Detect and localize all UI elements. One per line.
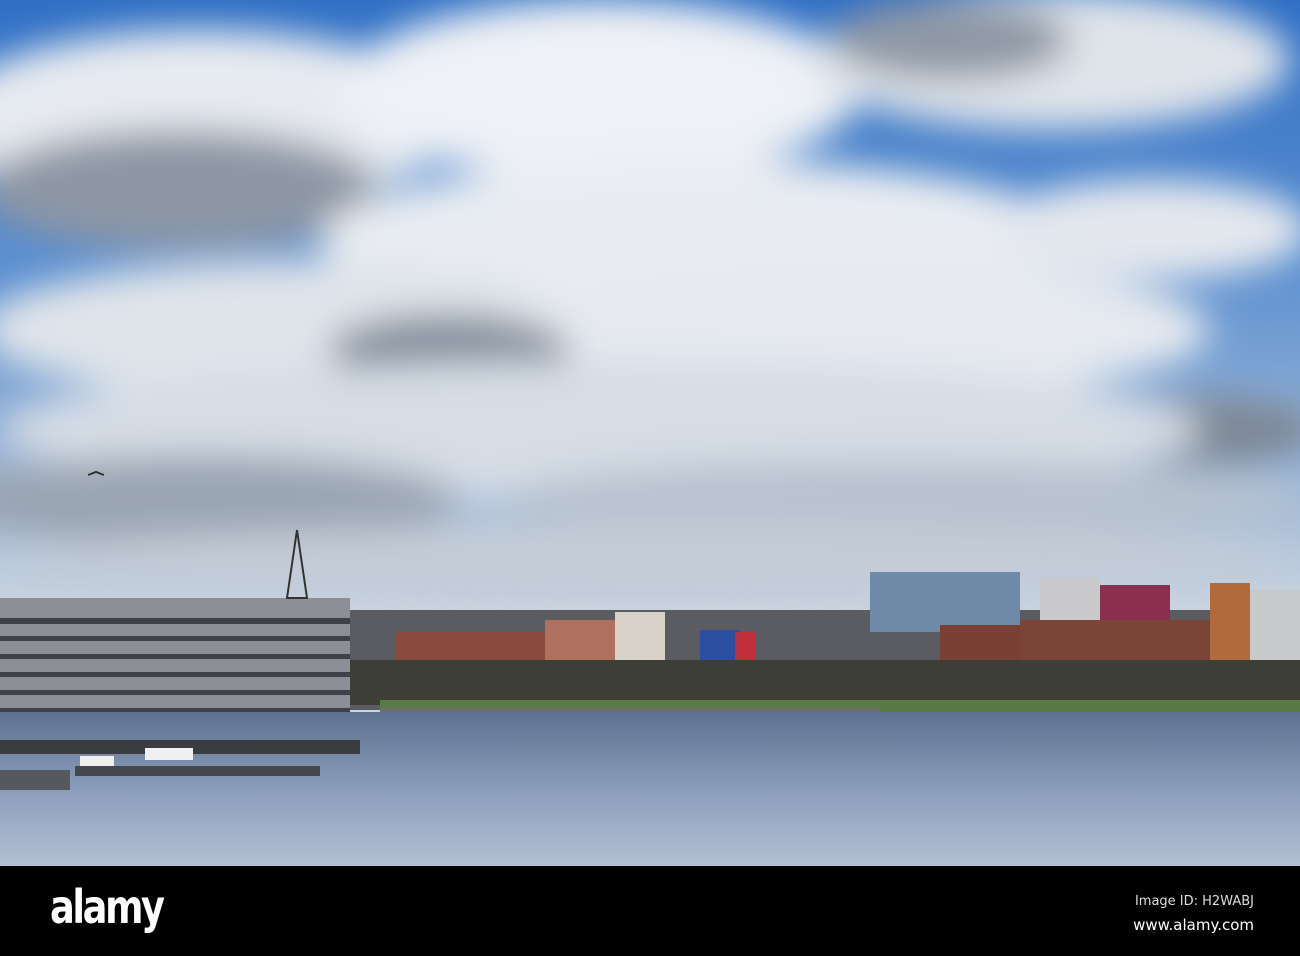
clouds [0,0,1300,595]
image-id: Image ID: H2WABJ [1134,894,1254,909]
river-city-photo [0,0,1300,866]
watermark-banner: alamy Image ID: H2WABJ www.alamy.com [0,866,1300,956]
river [0,712,1300,866]
alamy-logo: alamy [50,880,165,934]
site-url: www.alamy.com [1133,916,1254,934]
scene [0,0,1300,866]
